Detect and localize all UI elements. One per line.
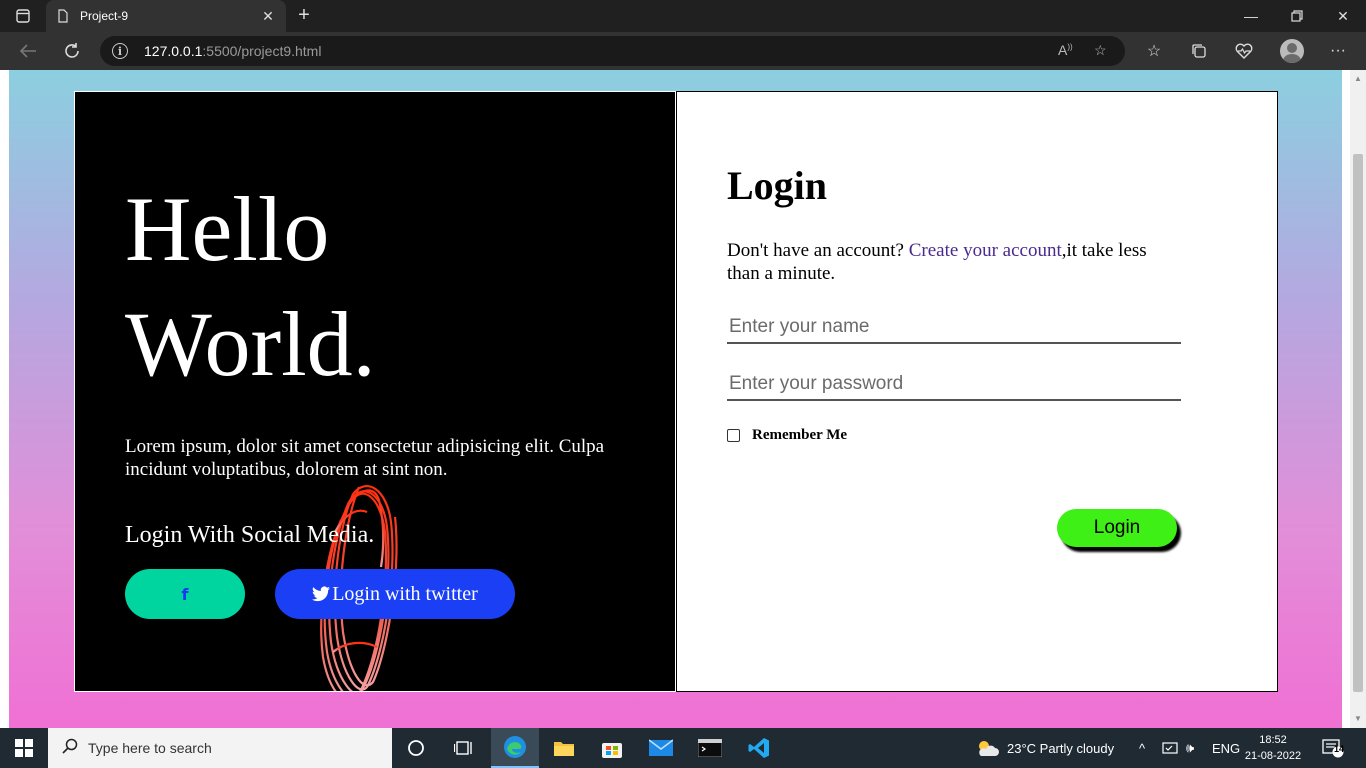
- login-button-label: Login: [1093, 517, 1141, 538]
- scroll-down-icon[interactable]: ▼: [1353, 714, 1363, 724]
- edge-icon[interactable]: [491, 728, 539, 768]
- page-scrollbar[interactable]: ▲ ▼: [1350, 70, 1366, 728]
- terminal-icon[interactable]: [686, 728, 734, 768]
- language-indicator[interactable]: ENG: [1212, 728, 1240, 768]
- add-favorite-icon[interactable]: ☆: [1094, 42, 1107, 59]
- remember-me-checkbox[interactable]: [727, 429, 740, 442]
- weather-widget[interactable]: 23°C Partly cloudy: [975, 728, 1114, 768]
- login-panel: Login Don't have an account? Create your…: [676, 91, 1278, 692]
- windows-start-icon[interactable]: [0, 728, 48, 768]
- browser-titlebar: Project-9 ✕ + — ✕: [0, 0, 1366, 32]
- microsoft-store-icon[interactable]: [588, 728, 636, 768]
- facebook-login-button[interactable]: f: [125, 569, 245, 619]
- new-tab-icon[interactable]: +: [292, 4, 316, 28]
- volume-icon[interactable]: 🕪: [1186, 728, 1194, 768]
- back-icon[interactable]: [13, 37, 43, 65]
- page-viewport: Hello World. Lorem ipsum, dolor sit amet…: [0, 70, 1366, 728]
- system-clock[interactable]: 18:52 21-08-2022: [1238, 732, 1308, 764]
- login-button[interactable]: Login: [1057, 509, 1177, 547]
- mail-icon[interactable]: [637, 728, 685, 768]
- create-account-link[interactable]: Create your account: [909, 240, 1062, 261]
- refresh-icon[interactable]: [57, 37, 87, 65]
- url-host: 127.0.0.1: [144, 43, 203, 59]
- restore-icon[interactable]: [1274, 0, 1320, 32]
- signup-prompt-prefix: Don't have an account?: [727, 240, 909, 261]
- signup-prompt: Don't have an account? Create your accou…: [727, 239, 1147, 285]
- vscode-icon[interactable]: [735, 728, 783, 768]
- name-input[interactable]: [727, 312, 1181, 344]
- twitter-login-button[interactable]: Login with twitter: [275, 569, 515, 619]
- page-icon: [56, 9, 70, 23]
- read-aloud-icon[interactable]: A)): [1058, 42, 1073, 58]
- minimize-icon[interactable]: —: [1228, 0, 1274, 32]
- scroll-up-icon[interactable]: ▲: [1353, 74, 1363, 84]
- hero-heading-line2: World.: [125, 293, 376, 395]
- tab-actions-icon[interactable]: [8, 6, 38, 26]
- browser-toolbar: i 127.0.0.1:5500/project9.html A)) ☆ ☆ ·…: [0, 32, 1366, 70]
- favorites-icon[interactable]: ☆: [1141, 39, 1167, 63]
- clock-date: 21-08-2022: [1244, 750, 1302, 762]
- twitter-icon: [312, 586, 331, 602]
- taskbar-search-box[interactable]: Type here to search: [48, 728, 392, 768]
- profile-icon[interactable]: [1280, 39, 1304, 63]
- social-login-heading: Login With Social Media.: [125, 522, 375, 548]
- clock-time: 18:52: [1259, 734, 1287, 746]
- window-close-icon[interactable]: ✕: [1320, 0, 1366, 32]
- url-path: :5500/project9.html: [202, 43, 322, 59]
- windows-taskbar: Type here to search 23°C Partly cloudy ^…: [0, 728, 1366, 768]
- tray-chevron-icon[interactable]: ^: [1139, 728, 1145, 768]
- login-title: Login: [727, 163, 828, 208]
- scroll-thumb[interactable]: [1353, 154, 1363, 692]
- notification-count: 14: [1334, 744, 1345, 754]
- remember-me-label: Remember Me: [752, 427, 848, 443]
- collections-icon[interactable]: [1186, 39, 1212, 63]
- browser-tab[interactable]: Project-9 ✕: [46, 0, 286, 32]
- tab-title: Project-9: [80, 9, 129, 23]
- cortana-icon[interactable]: [392, 728, 440, 768]
- network-icon[interactable]: [1161, 728, 1179, 768]
- hero-panel: Hello World. Lorem ipsum, dolor sit amet…: [74, 91, 676, 692]
- address-bar[interactable]: i 127.0.0.1:5500/project9.html A)) ☆: [100, 36, 1125, 66]
- search-icon: [62, 738, 78, 759]
- twitter-login-label: Login with twitter: [332, 582, 478, 605]
- hero-heading: Hello World.: [125, 172, 376, 402]
- facebook-icon: f: [181, 584, 189, 604]
- notification-center-icon[interactable]: 14: [1322, 728, 1344, 768]
- partly-cloudy-icon: [979, 741, 999, 756]
- weather-text: 23°C Partly cloudy: [1007, 740, 1115, 756]
- close-tab-icon[interactable]: ✕: [260, 8, 276, 25]
- remember-me[interactable]: Remember Me: [727, 427, 847, 444]
- file-explorer-icon[interactable]: [540, 728, 588, 768]
- password-input[interactable]: [727, 369, 1181, 401]
- site-info-icon[interactable]: i: [112, 43, 128, 59]
- browser-essentials-icon[interactable]: [1231, 39, 1257, 63]
- task-view-icon[interactable]: [440, 728, 488, 768]
- more-icon[interactable]: ···: [1325, 39, 1351, 63]
- hero-heading-line1: Hello: [125, 178, 330, 280]
- taskbar-search-placeholder: Type here to search: [88, 740, 212, 756]
